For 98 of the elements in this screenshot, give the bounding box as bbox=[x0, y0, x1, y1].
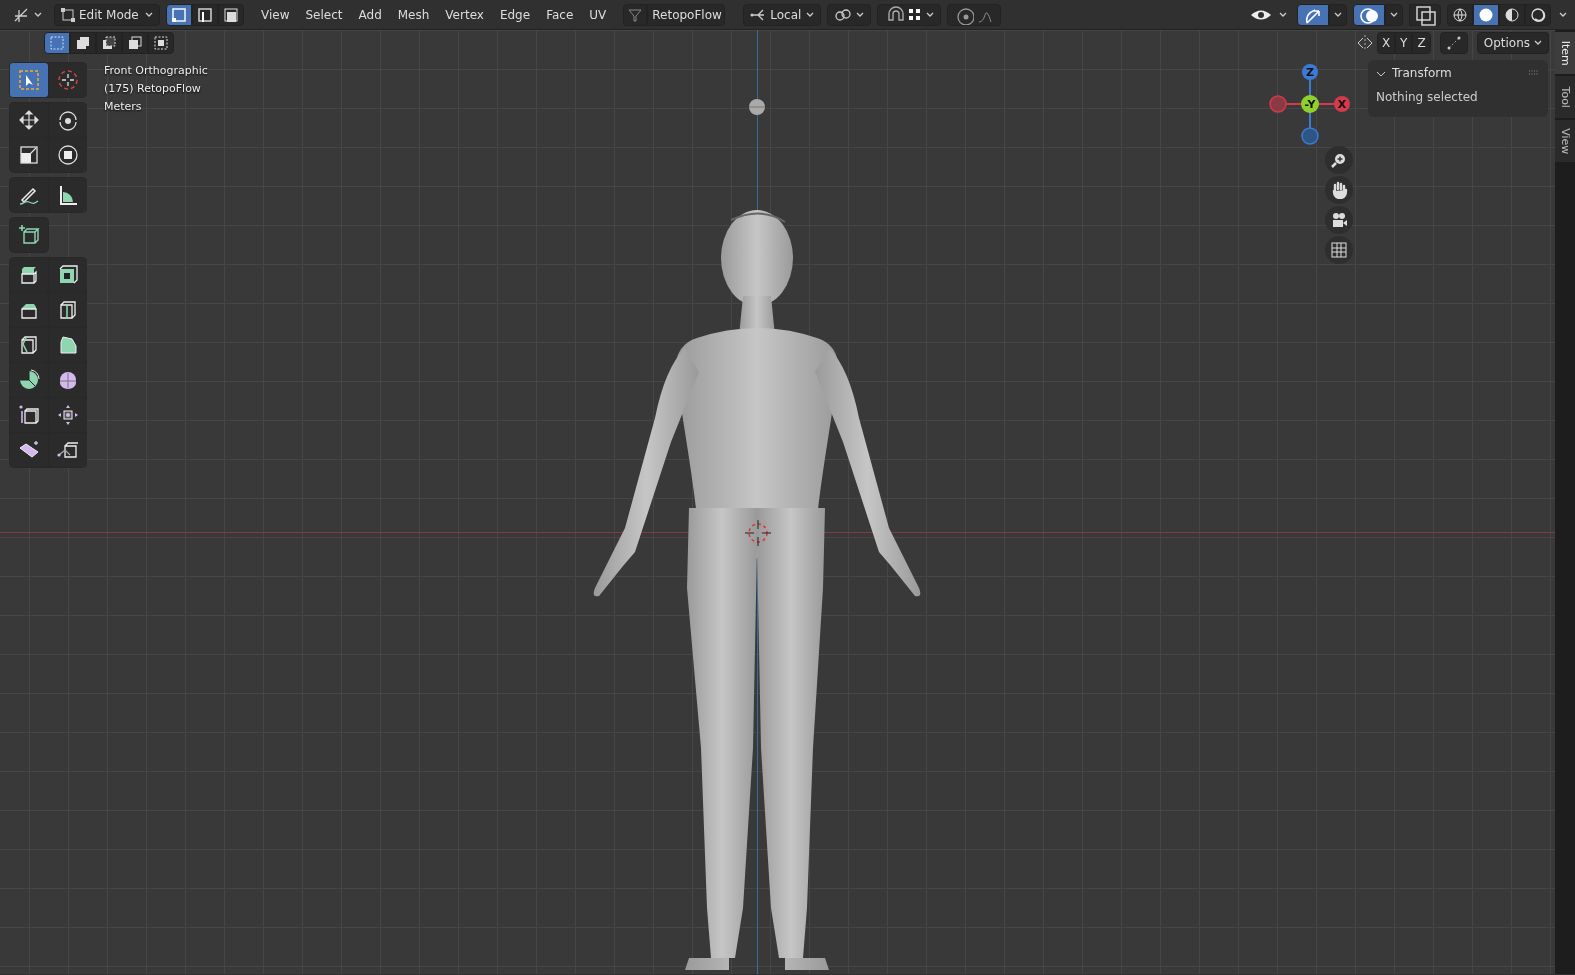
menu-item[interactable]: Select bbox=[297, 3, 351, 26]
menu-item[interactable]: View bbox=[253, 3, 298, 26]
caret-icon bbox=[926, 11, 935, 18]
vertex-square-icon bbox=[61, 7, 75, 22]
drag-handle-icon bbox=[1528, 70, 1540, 76]
viewport-nav-button[interactable] bbox=[1325, 176, 1353, 204]
orientation-icon bbox=[750, 7, 767, 22]
hand-icon bbox=[1330, 181, 1348, 199]
axis-toggle[interactable]: X bbox=[1376, 32, 1396, 54]
camera-icon bbox=[1330, 211, 1348, 229]
select-mode-button[interactable] bbox=[218, 3, 244, 26]
menu-item[interactable]: UV bbox=[581, 3, 615, 26]
squares-icon bbox=[153, 35, 169, 51]
box-mode-button[interactable] bbox=[148, 32, 174, 54]
funnel-icon bbox=[628, 7, 643, 22]
squares-icon bbox=[127, 35, 143, 51]
shaded-sphere-icon bbox=[1530, 6, 1546, 23]
squares-icon bbox=[101, 35, 117, 51]
cube-icon bbox=[17, 403, 41, 427]
zoom-icon bbox=[1330, 151, 1348, 169]
merge-icon bbox=[1446, 36, 1461, 50]
move-icon bbox=[17, 108, 41, 132]
panel-message: Nothing selected bbox=[1376, 89, 1479, 106]
wireframe-sphere-icon bbox=[1452, 6, 1468, 23]
squares-icon bbox=[75, 35, 91, 51]
box-mode-button[interactable] bbox=[44, 32, 70, 54]
viewport-nav-button[interactable] bbox=[1325, 146, 1353, 174]
scale-icon bbox=[17, 143, 41, 167]
viewport-info-text: Meters bbox=[104, 99, 143, 115]
box-mode-button[interactable] bbox=[122, 32, 148, 54]
caret-icon bbox=[1334, 11, 1342, 18]
shading-mode-button[interactable] bbox=[1499, 3, 1525, 26]
mirror-icon bbox=[1355, 34, 1374, 52]
edge-select-icon bbox=[197, 6, 213, 23]
vertex-select-icon bbox=[171, 6, 187, 23]
snap-toggle[interactable] bbox=[877, 3, 942, 26]
caret-icon bbox=[1559, 12, 1567, 18]
caret-icon bbox=[1279, 11, 1287, 18]
gizmo-dropdown[interactable] bbox=[1329, 3, 1347, 26]
overlays-dropdown[interactable] bbox=[1385, 3, 1403, 26]
transform-icon bbox=[56, 143, 80, 167]
caret-icon bbox=[145, 11, 153, 18]
axis-toggle[interactable]: Z bbox=[1412, 32, 1431, 54]
panel-title[interactable]: Transform bbox=[1376, 64, 1452, 82]
gizmo-toggle[interactable] bbox=[1297, 3, 1329, 26]
box-mode-button[interactable] bbox=[96, 32, 122, 54]
axes-icon bbox=[12, 6, 30, 23]
shrink-icon bbox=[56, 403, 80, 427]
options-dropdown[interactable]: Options bbox=[1476, 32, 1549, 54]
sidebar-tab[interactable]: Item bbox=[1555, 32, 1575, 74]
retopo-icon-button[interactable] bbox=[623, 3, 648, 26]
caret-icon bbox=[856, 11, 865, 18]
menu-item[interactable]: Add bbox=[350, 3, 390, 26]
rotate-icon bbox=[56, 108, 80, 132]
squares-icon bbox=[49, 35, 65, 51]
shading-mode-button[interactable] bbox=[1473, 3, 1499, 26]
menu-item[interactable]: Vertex bbox=[437, 3, 492, 26]
proportional-toggle[interactable] bbox=[947, 3, 1002, 26]
light-icon bbox=[748, 98, 766, 116]
face-select-icon bbox=[223, 6, 239, 23]
link-icon bbox=[834, 6, 853, 23]
auto-merge-button[interactable] bbox=[1439, 32, 1468, 54]
grid-dots-icon bbox=[908, 7, 923, 22]
caret-icon bbox=[806, 11, 815, 18]
viewport-nav-button[interactable] bbox=[1325, 206, 1353, 234]
pie-icon bbox=[17, 368, 41, 392]
shading-mode-button[interactable] bbox=[1525, 3, 1551, 26]
overlays-toggle[interactable] bbox=[1353, 3, 1385, 26]
caret-icon bbox=[1390, 11, 1398, 18]
box-mode-button[interactable] bbox=[70, 32, 96, 54]
caret-icon bbox=[1534, 40, 1542, 46]
retopoflow-dropdown[interactable]: RetopoFlow bbox=[647, 3, 726, 26]
sidebar-tab[interactable]: Tool bbox=[1555, 76, 1575, 118]
orientation-dropdown[interactable]: Local bbox=[743, 3, 822, 26]
viewport-info-text: Front Orthographic bbox=[104, 63, 208, 79]
shading-mode-button[interactable] bbox=[1447, 3, 1473, 26]
xray-icon bbox=[1414, 3, 1436, 26]
caret-icon bbox=[34, 11, 42, 18]
pivot-dropdown[interactable] bbox=[827, 3, 872, 26]
menu-item[interactable]: Mesh bbox=[389, 3, 438, 26]
menu-item[interactable]: Edge bbox=[491, 3, 539, 26]
menu-item[interactable]: Face bbox=[538, 3, 582, 26]
navigation-gizmo[interactable]: Z -Y X bbox=[1269, 64, 1350, 145]
cube-icon bbox=[17, 223, 41, 247]
3d-cursor-icon bbox=[743, 518, 773, 548]
viewport-nav-button[interactable] bbox=[1325, 236, 1353, 264]
crosshair-icon bbox=[56, 68, 80, 92]
sphere-icon bbox=[1478, 6, 1494, 23]
cursor-icon bbox=[17, 68, 41, 92]
grid-icon bbox=[1330, 241, 1348, 259]
viewport-info-text: (175) RetopoFlow bbox=[104, 81, 202, 97]
mode-dropdown[interactable]: Edit Mode bbox=[54, 3, 160, 26]
half-sphere-icon bbox=[1504, 6, 1520, 23]
select-mode-button[interactable] bbox=[192, 3, 218, 26]
xray-toggle[interactable] bbox=[1409, 3, 1441, 26]
axis-toggle[interactable]: Y bbox=[1395, 32, 1413, 54]
select-mode-button[interactable] bbox=[166, 3, 192, 26]
sidebar-tab[interactable]: View bbox=[1555, 120, 1575, 162]
